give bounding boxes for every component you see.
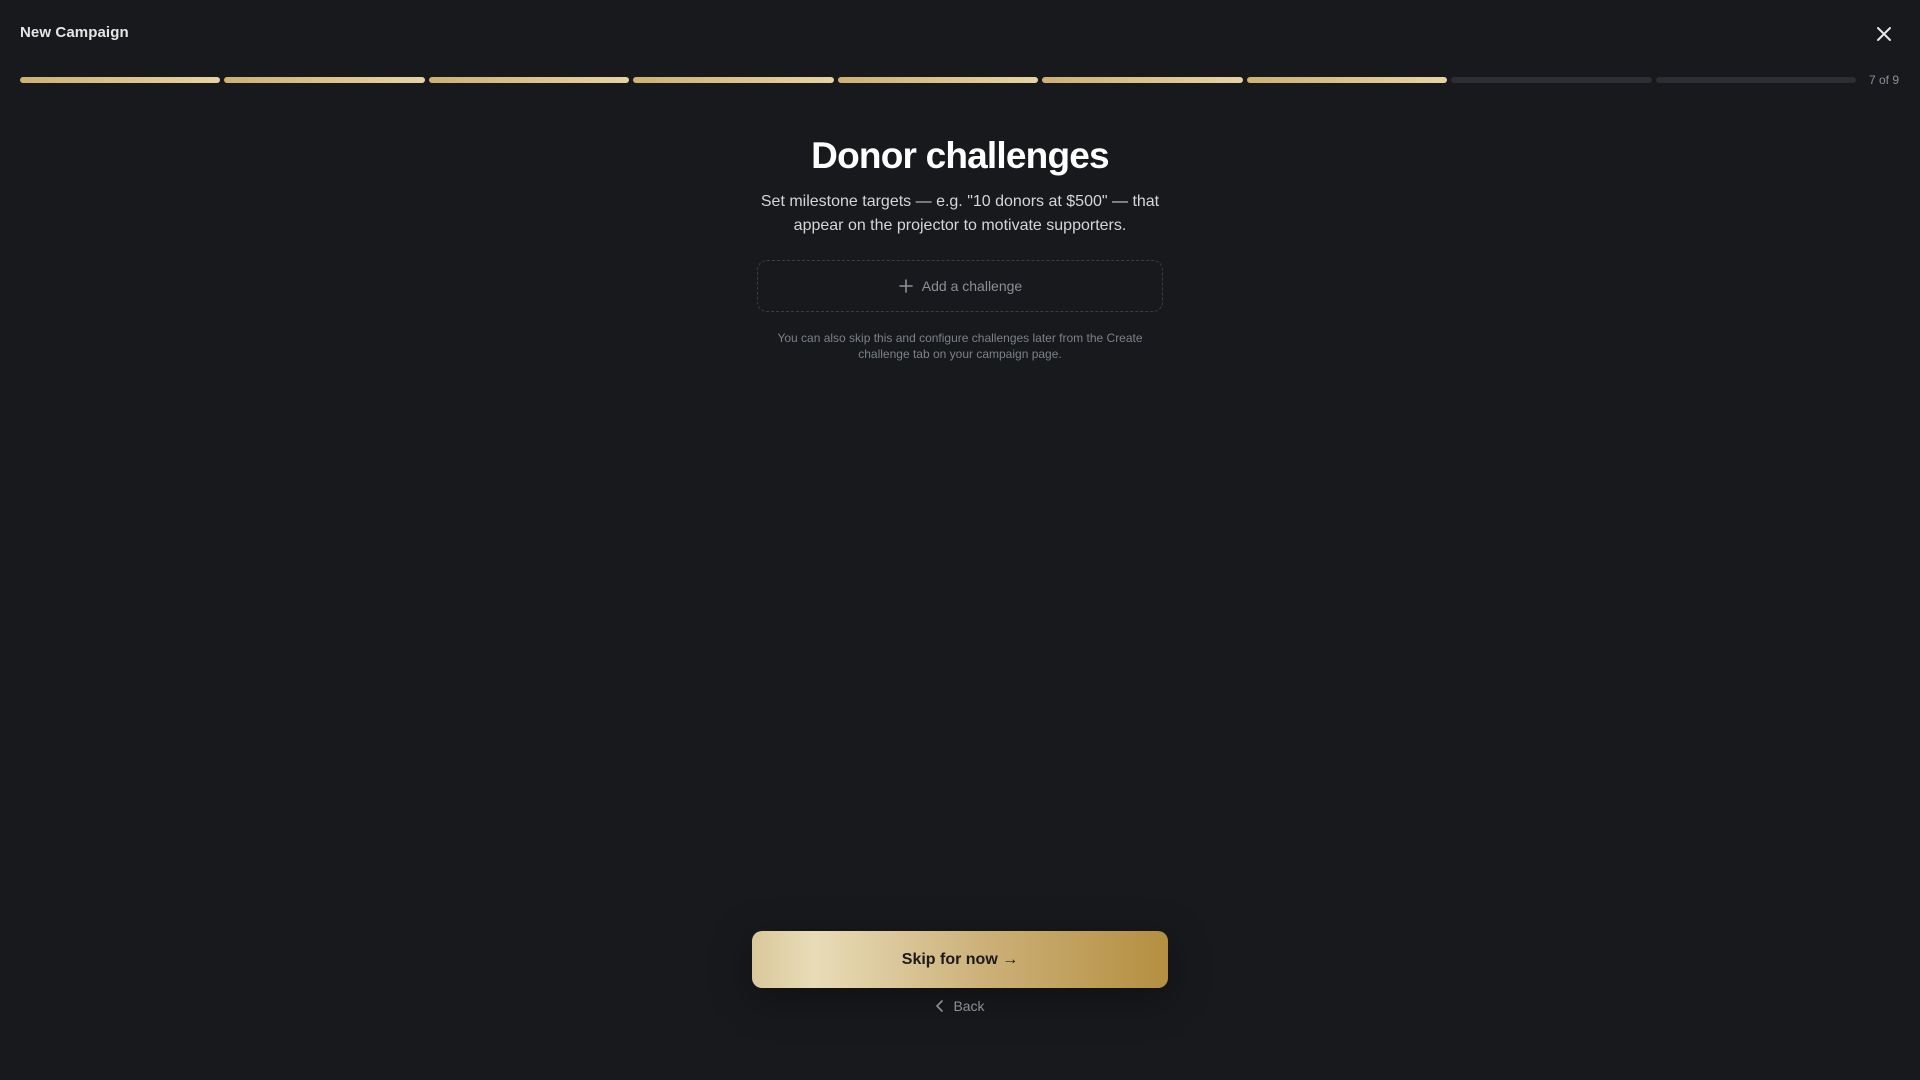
progress-segment-6 bbox=[1042, 77, 1243, 83]
add-challenge-button[interactable]: Add a challenge bbox=[757, 260, 1163, 312]
back-button[interactable]: Back bbox=[935, 998, 985, 1014]
progress-segment-5 bbox=[837, 77, 1039, 83]
close-button[interactable] bbox=[1872, 22, 1896, 46]
close-icon bbox=[1877, 27, 1891, 41]
new-campaign-wizard: New Campaign 7 of 9 Donor challenges Set… bbox=[0, 0, 1920, 1080]
progress-segments bbox=[20, 77, 1856, 83]
chevron-left-icon bbox=[936, 1000, 944, 1012]
progress-segment-7 bbox=[1246, 77, 1448, 83]
wizard-title: New Campaign bbox=[20, 24, 129, 41]
progress-segment-3 bbox=[428, 77, 630, 83]
wizard-header: New Campaign bbox=[20, 22, 1900, 46]
skip-hint: You can also skip this and configure cha… bbox=[777, 331, 1143, 361]
page-title: Donor challenges bbox=[811, 135, 1109, 176]
step-content: Donor challenges Set milestone targets —… bbox=[0, 132, 1920, 362]
progress-segment-8 bbox=[1451, 77, 1652, 83]
add-challenge-label: Add a challenge bbox=[921, 278, 1023, 294]
progress-segment-9 bbox=[1655, 77, 1856, 83]
back-label: Back bbox=[953, 998, 985, 1014]
step-counter: 7 of 9 bbox=[1869, 73, 1900, 87]
step-progress: 7 of 9 bbox=[20, 73, 1900, 87]
progress-segment-2 bbox=[224, 77, 425, 83]
plus-icon bbox=[898, 279, 913, 293]
progress-segment-1 bbox=[20, 77, 221, 83]
page-description: Set milestone targets — e.g. "10 donors … bbox=[760, 193, 1160, 234]
progress-segment-4 bbox=[633, 77, 834, 83]
skip-for-now-button[interactable]: Skip for now → bbox=[752, 931, 1168, 988]
wizard-footer: Skip for now → Back bbox=[0, 931, 1920, 1014]
